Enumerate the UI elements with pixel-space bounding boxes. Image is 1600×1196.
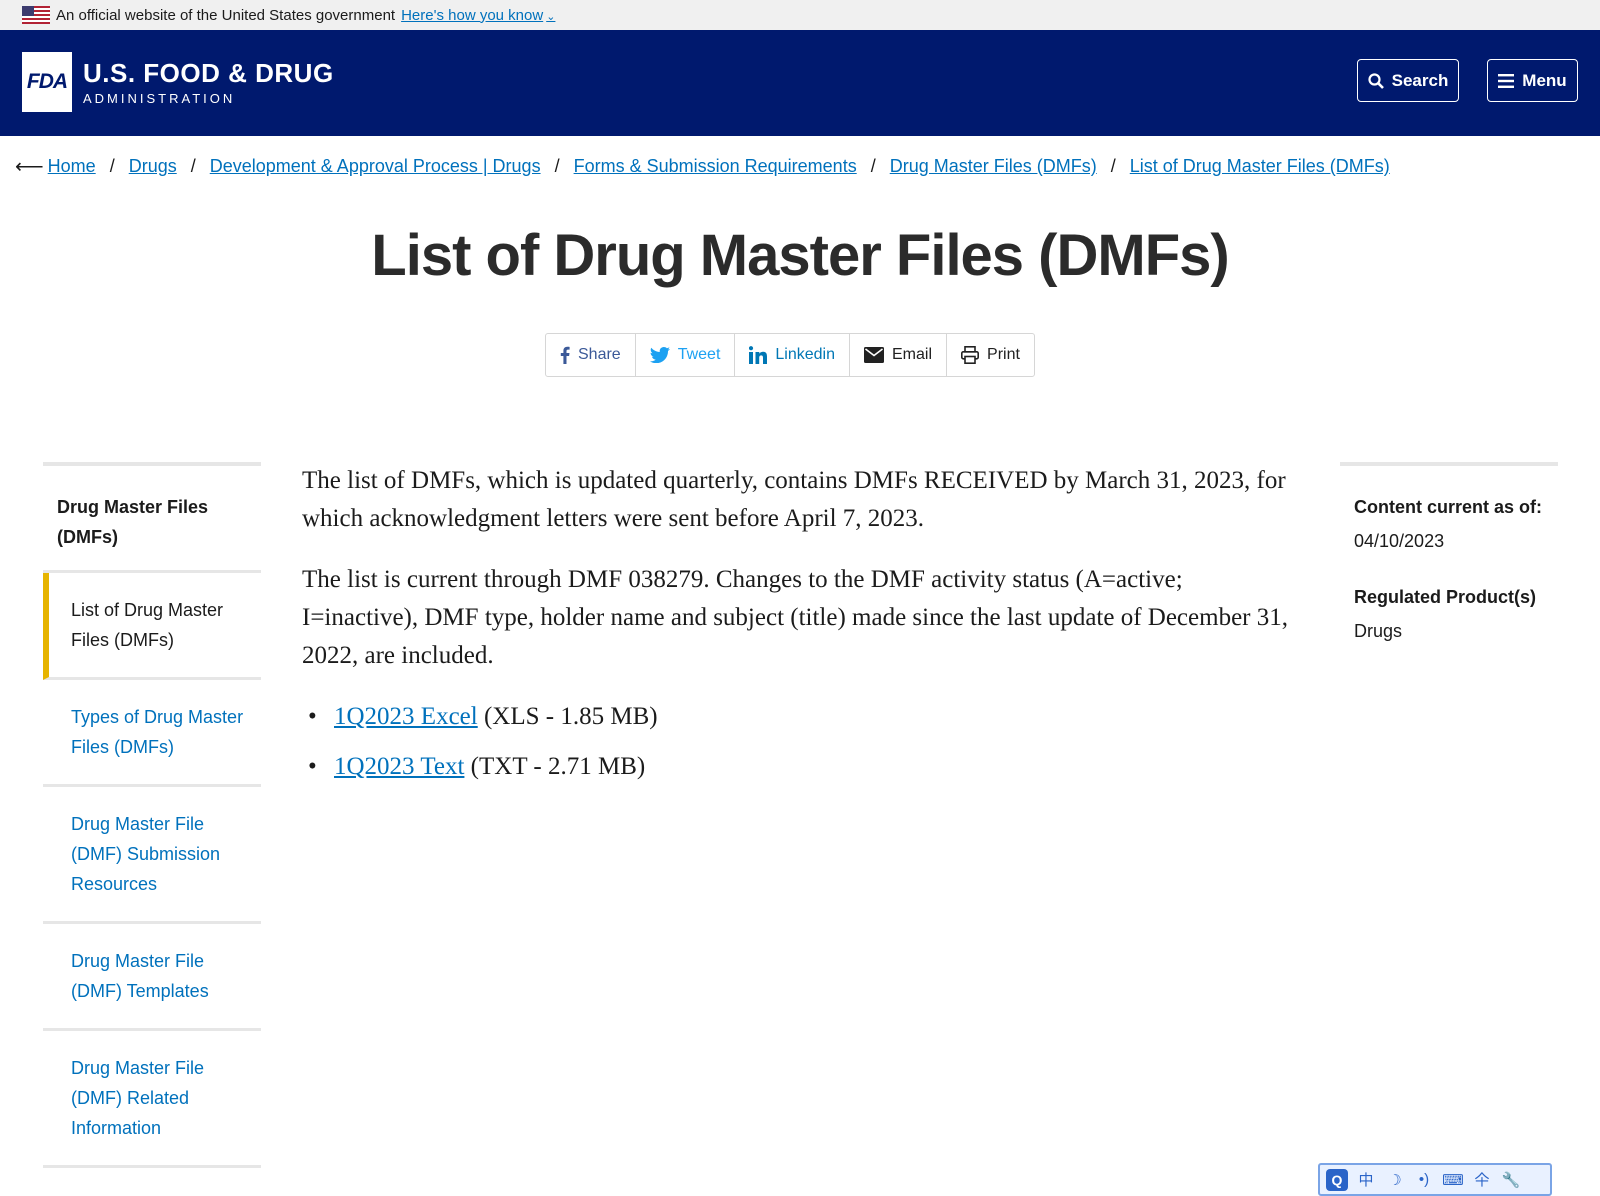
breadcrumb-separator: / bbox=[190, 156, 196, 176]
ime-punctuation-icon[interactable]: •) bbox=[1413, 1171, 1435, 1188]
ime-keyboard-icon[interactable]: ⌨ bbox=[1442, 1171, 1464, 1189]
ime-settings-icon[interactable]: 🔧 bbox=[1500, 1171, 1522, 1189]
breadcrumb-dmfs[interactable]: Drug Master Files (DMFs) bbox=[890, 156, 1097, 177]
print-label: Print bbox=[987, 346, 1020, 363]
text-file-meta: (TXT - 2.71 MB) bbox=[470, 753, 646, 780]
menu-button[interactable]: Menu bbox=[1487, 59, 1578, 102]
search-button[interactable]: Search bbox=[1357, 59, 1459, 102]
ime-simplified-icon[interactable]: 仐 bbox=[1471, 1169, 1493, 1190]
search-button-label: Search bbox=[1391, 70, 1449, 90]
agency-name[interactable]: U.S. FOOD & DRUG ADMINISTRATION bbox=[83, 58, 334, 106]
ime-chinese-mode-icon[interactable]: 中 bbox=[1355, 1169, 1377, 1190]
sidebar-item-types-of-dmfs[interactable]: Types of Drug Master Files (DMFs) bbox=[43, 680, 261, 787]
email-label: Email bbox=[892, 346, 933, 363]
breadcrumb-separator: / bbox=[870, 156, 876, 176]
how-you-know-link[interactable]: Here's how you know ⌄ bbox=[401, 7, 555, 24]
breadcrumb-development-approval[interactable]: Development & Approval Process | Drugs bbox=[210, 156, 541, 177]
share-label: Share bbox=[578, 346, 621, 363]
search-icon bbox=[1368, 72, 1384, 89]
breadcrumb-list-of-dmfs[interactable]: List of Drug Master Files (DMFs) bbox=[1130, 156, 1390, 177]
excel-file-meta: (XLS - 1.85 MB) bbox=[483, 703, 658, 730]
gov-banner: An official website of the United States… bbox=[0, 0, 1600, 30]
sidebar-item-templates[interactable]: Drug Master File (DMF) Templates bbox=[43, 924, 261, 1031]
sidebar-item-list-of-dmfs[interactable]: List of Drug Master Files (DMFs) bbox=[43, 573, 261, 680]
share-bar: Share Tweet Linkedin Email Print bbox=[545, 333, 1035, 377]
breadcrumb-home[interactable]: Home bbox=[48, 156, 96, 177]
download-list: 1Q2023 Excel (XLS - 1.85 MB) 1Q2023 Text… bbox=[302, 698, 1292, 786]
current-through-paragraph: The list is current through DMF 038279. … bbox=[302, 566, 1288, 669]
sidebar-nav: Drug Master Files (DMFs) List of Drug Ma… bbox=[43, 462, 261, 1168]
breadcrumb-forms-submission[interactable]: Forms & Submission Requirements bbox=[574, 156, 857, 177]
linkedin-icon bbox=[749, 346, 768, 364]
agency-name-line2: ADMINISTRATION bbox=[83, 91, 236, 106]
twitter-icon bbox=[649, 347, 670, 363]
share-email-button[interactable]: Email bbox=[850, 334, 948, 376]
linkedin-label: Linkedin bbox=[775, 346, 835, 363]
ime-logo-icon[interactable]: Q bbox=[1326, 1168, 1348, 1191]
list-item: 1Q2023 Text (TXT - 2.71 MB) bbox=[308, 748, 1292, 786]
share-facebook-button[interactable]: Share bbox=[546, 334, 636, 376]
print-icon bbox=[961, 346, 980, 364]
main-content: The list of DMFs, which is updated quart… bbox=[302, 462, 1292, 798]
content-current-label: Content current as of: bbox=[1354, 497, 1543, 517]
content-info-panel: Content current as of: 04/10/2023 Regula… bbox=[1340, 462, 1558, 690]
menu-button-label: Menu bbox=[1522, 70, 1567, 90]
breadcrumb-separator: / bbox=[1110, 156, 1116, 176]
ime-toolbar: Q 中 ☽ •) ⌨ 仐 🔧 bbox=[1318, 1163, 1552, 1196]
tweet-label: Tweet bbox=[677, 346, 721, 363]
ime-moon-icon[interactable]: ☽ bbox=[1384, 1171, 1406, 1189]
sidebar-item-related-information[interactable]: Drug Master File (DMF) Related Informati… bbox=[43, 1031, 261, 1168]
breadcrumb: ⟵ Home / Drugs / Development & Approval … bbox=[15, 154, 1390, 179]
chevron-down-icon: ⌄ bbox=[546, 10, 556, 23]
regulated-products-label: Regulated Product(s) bbox=[1354, 587, 1537, 607]
list-item: 1Q2023 Excel (XLS - 1.85 MB) bbox=[308, 698, 1292, 736]
agency-name-line1: U.S. FOOD & DRUG bbox=[83, 58, 334, 88]
gov-banner-text: An official website of the United States… bbox=[56, 6, 396, 24]
share-twitter-button[interactable]: Tweet bbox=[636, 334, 736, 376]
breadcrumb-separator: / bbox=[109, 156, 115, 176]
email-icon bbox=[864, 347, 884, 363]
content-current-date: 04/10/2023 bbox=[1354, 531, 1445, 551]
share-linkedin-button[interactable]: Linkedin bbox=[735, 334, 850, 376]
how-you-know-label: Here's how you know bbox=[401, 6, 544, 24]
back-arrow-icon: ⟵ bbox=[15, 156, 44, 178]
breadcrumb-drugs[interactable]: Drugs bbox=[129, 156, 177, 177]
site-header: FDA U.S. FOOD & DRUG ADMINISTRATION Sear… bbox=[0, 30, 1600, 136]
intro-paragraph: The list of DMFs, which is updated quart… bbox=[302, 467, 1286, 532]
hamburger-icon bbox=[1498, 73, 1515, 88]
fda-logo-text: FDA bbox=[26, 70, 68, 93]
share-print-button[interactable]: Print bbox=[947, 334, 1034, 376]
us-flag-icon bbox=[22, 6, 50, 24]
text-download-link[interactable]: 1Q2023 Text bbox=[334, 753, 464, 780]
facebook-icon bbox=[560, 346, 570, 364]
page-title: List of Drug Master Files (DMFs) bbox=[371, 223, 1229, 288]
breadcrumb-separator: / bbox=[554, 156, 560, 176]
sidebar-item-submission-resources[interactable]: Drug Master File (DMF) Submission Resour… bbox=[43, 787, 261, 924]
sidebar-heading[interactable]: Drug Master Files (DMFs) bbox=[43, 466, 261, 573]
regulated-products-value: Drugs bbox=[1354, 621, 1403, 641]
fda-logo[interactable]: FDA bbox=[22, 52, 72, 112]
excel-download-link[interactable]: 1Q2023 Excel bbox=[334, 703, 478, 730]
